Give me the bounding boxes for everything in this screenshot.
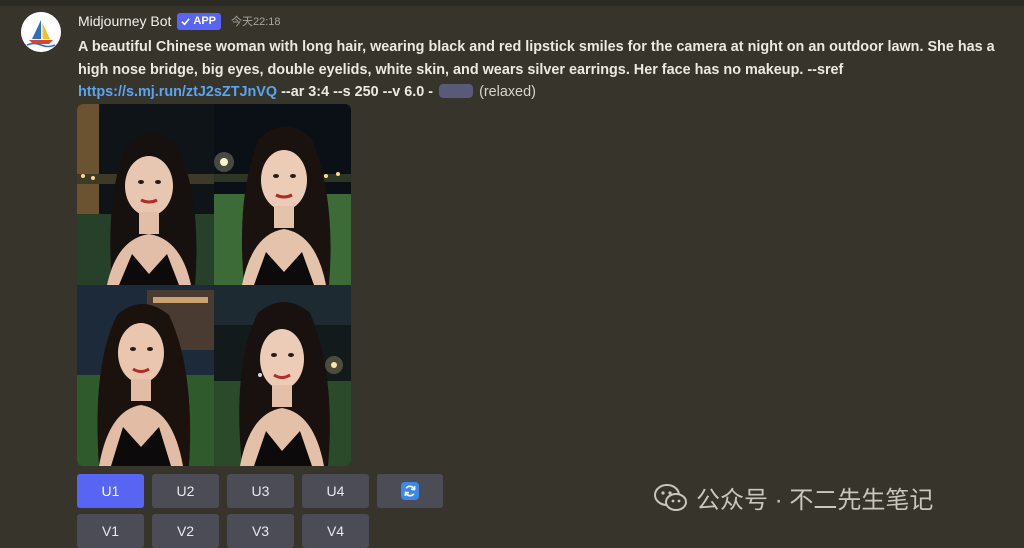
message-content: A beautiful Chinese woman with long hair… — [78, 36, 1018, 104]
v1-button[interactable]: V1 — [77, 514, 144, 548]
watermark: 公众号 · 不二先生笔记 — [654, 480, 933, 515]
image-grid[interactable] — [77, 104, 351, 466]
user-mention[interactable] — [439, 84, 474, 99]
wechat-icon — [654, 483, 687, 511]
refresh-icon — [401, 482, 419, 500]
upscale-button-row: U1 U2 U3 U4 — [77, 474, 443, 508]
grid-image-2[interactable] — [214, 104, 351, 285]
variation-button-row: V1 V2 V3 V4 — [77, 514, 369, 548]
bot-name[interactable]: Midjourney Bot — [78, 13, 171, 29]
u2-button[interactable]: U2 — [152, 474, 219, 508]
v4-button[interactable]: V4 — [302, 514, 369, 548]
timestamp: 今天22:18 — [231, 16, 281, 28]
sref-link[interactable]: https://s.mj.run/ztJ2sZTJnVQ — [78, 84, 277, 100]
u3-button[interactable]: U3 — [227, 474, 294, 508]
u4-button[interactable]: U4 — [302, 474, 369, 508]
sailboat-icon — [21, 12, 61, 52]
app-badge: APP — [177, 12, 222, 30]
bot-avatar[interactable] — [21, 12, 61, 52]
prompt-text: A beautiful Chinese woman with long hair… — [78, 39, 995, 78]
message-header: Midjourney Bot APP 今天22:18 — [78, 11, 281, 31]
v2-button[interactable]: V2 — [152, 514, 219, 548]
app-badge-label: APP — [193, 14, 217, 27]
grid-image-4[interactable] — [214, 285, 351, 466]
reroll-button[interactable] — [377, 474, 443, 508]
grid-image-1[interactable] — [77, 104, 214, 285]
watermark-text: 公众号 · 不二先生笔记 — [696, 487, 934, 514]
v3-button[interactable]: V3 — [227, 514, 294, 548]
checkmark-icon — [181, 17, 191, 25]
grid-image-3[interactable] — [77, 285, 214, 466]
prompt-params: --ar 3:4 --s 250 --v 6.0 - — [281, 84, 434, 101]
u1-button[interactable]: U1 — [77, 474, 144, 508]
top-divider — [0, 0, 1024, 6]
mode-label: (relaxed) — [479, 84, 536, 101]
